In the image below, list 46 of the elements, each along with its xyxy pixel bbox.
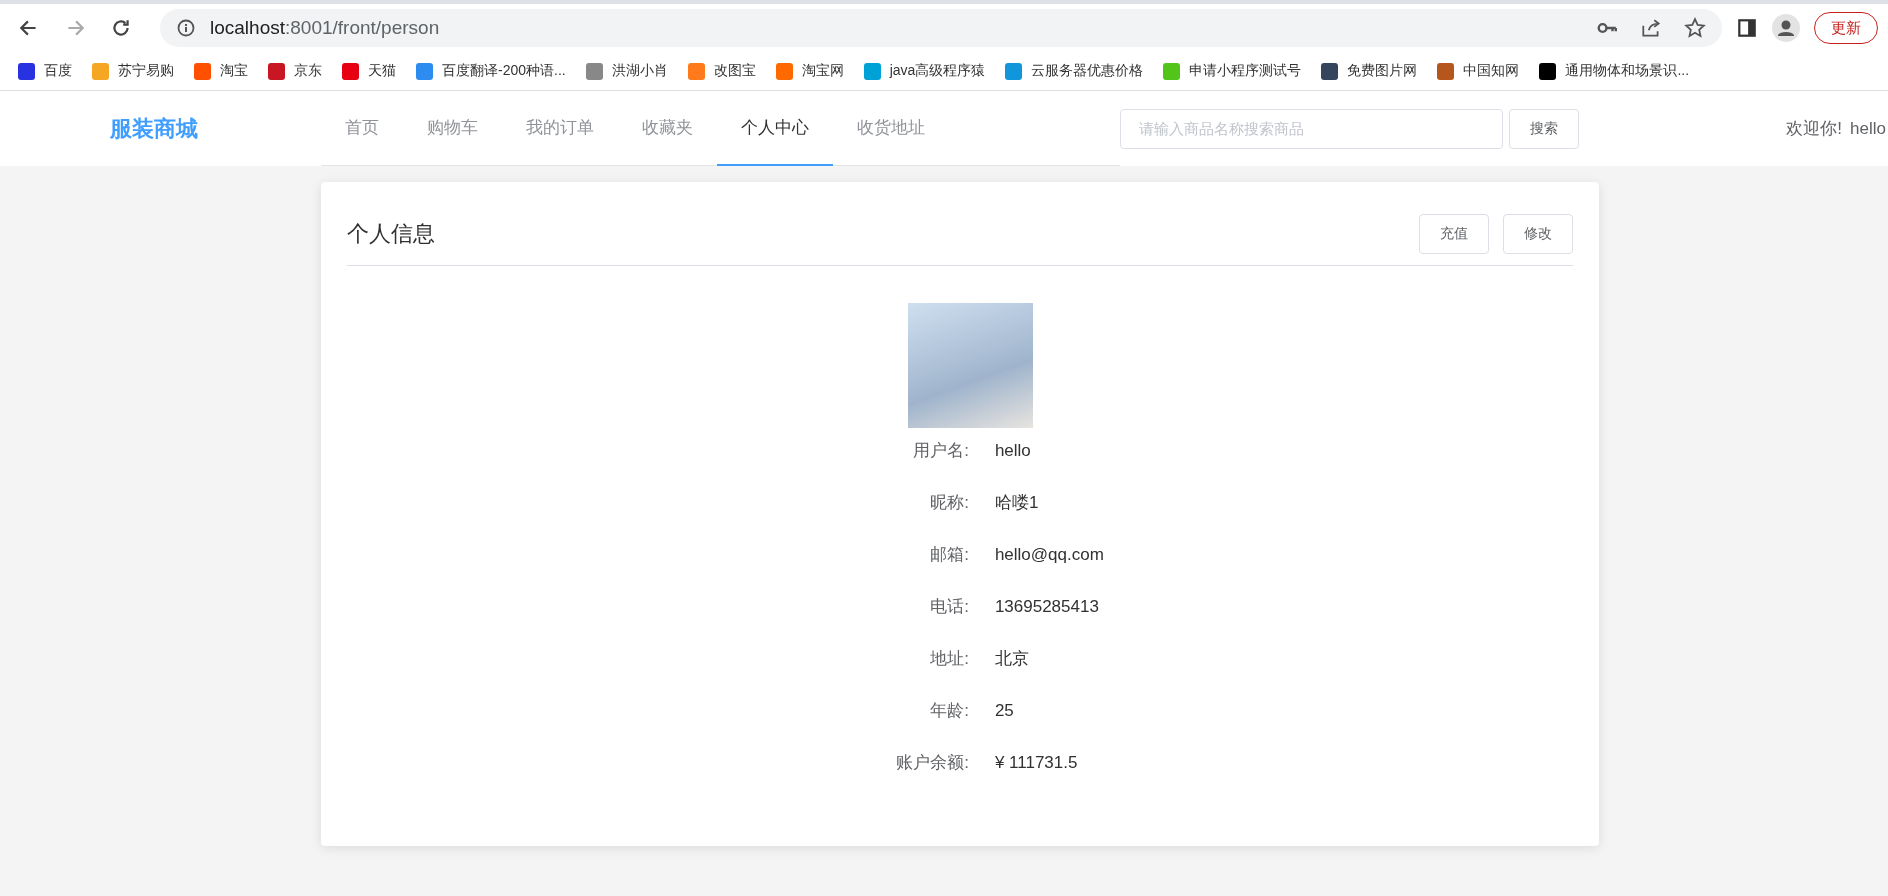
field-label: 地址: (929, 648, 969, 670)
bookmark-item[interactable]: java高级程序猿 (863, 62, 986, 80)
reload-icon[interactable] (110, 17, 132, 39)
field-label: 邮箱: (929, 544, 969, 566)
bookmark-item[interactable]: 淘宝网 (775, 62, 844, 80)
side-panel-icon[interactable] (1736, 17, 1758, 39)
field-label: 用户名: (912, 440, 969, 462)
field-label: 昵称: (929, 492, 969, 514)
action-button[interactable]: 修改 (1503, 214, 1573, 254)
bookmark-item[interactable]: 淘宝 (194, 62, 248, 80)
share-icon[interactable] (1640, 17, 1662, 39)
bookmark-item[interactable]: 通用物体和场景识... (1539, 62, 1690, 80)
bookmark-item[interactable]: 改图宝 (687, 62, 756, 80)
bookmark-item[interactable]: 申请小程序测试号 (1163, 62, 1302, 80)
bookmark-item[interactable]: 洪湖小肖 (585, 62, 668, 80)
field-label: 账户余额: (896, 752, 969, 774)
bookmark-item[interactable]: 免费图片网 (1321, 62, 1418, 80)
star-icon[interactable] (1684, 17, 1706, 39)
field-label: 年龄: (929, 700, 969, 722)
search-field[interactable]: 请输入商品名称搜索商品 (1120, 108, 1503, 149)
card-title: 个人信息 (347, 220, 435, 248)
field-value: 哈喽1 (994, 492, 1040, 514)
field-value: ¥ 111731.5 (994, 752, 1079, 774)
bookmark-item[interactable]: 百度 (18, 62, 72, 80)
bookmark-item[interactable]: 天猫 (342, 62, 396, 80)
field-label: 电话: (929, 596, 969, 618)
update-button[interactable]: 更新 (1814, 12, 1878, 44)
url-text: localhost:8001/front/person (210, 17, 440, 39)
address-bar[interactable]: localhost:8001/front/person (160, 9, 1722, 47)
info-icon[interactable] (176, 18, 196, 38)
field-value: 13695285413 (994, 596, 1100, 618)
bookmark-item[interactable]: 京东 (268, 62, 322, 80)
action-button[interactable]: 充值 (1419, 214, 1489, 254)
field-value: 北京 (994, 648, 1030, 670)
username-text: hello (1850, 118, 1886, 139)
bookmark-item[interactable]: 百度翻译-200种语... (416, 62, 566, 80)
bookmark-item[interactable]: 云服务器优惠价格 (1005, 62, 1144, 80)
bookmark-item[interactable]: 中国知网 (1437, 62, 1520, 80)
field-value: 25 (994, 700, 1015, 722)
welcome-text: 欢迎你! (1786, 118, 1843, 140)
nav-tab[interactable]: 个人中心 (717, 91, 833, 166)
bookmark-item[interactable]: 苏宁易购 (92, 62, 174, 80)
profile-icon[interactable] (1772, 14, 1800, 42)
search-button[interactable]: 搜索 (1509, 108, 1579, 149)
field-value: hello (994, 440, 1032, 462)
field-value: hello@qq.com (994, 544, 1104, 566)
